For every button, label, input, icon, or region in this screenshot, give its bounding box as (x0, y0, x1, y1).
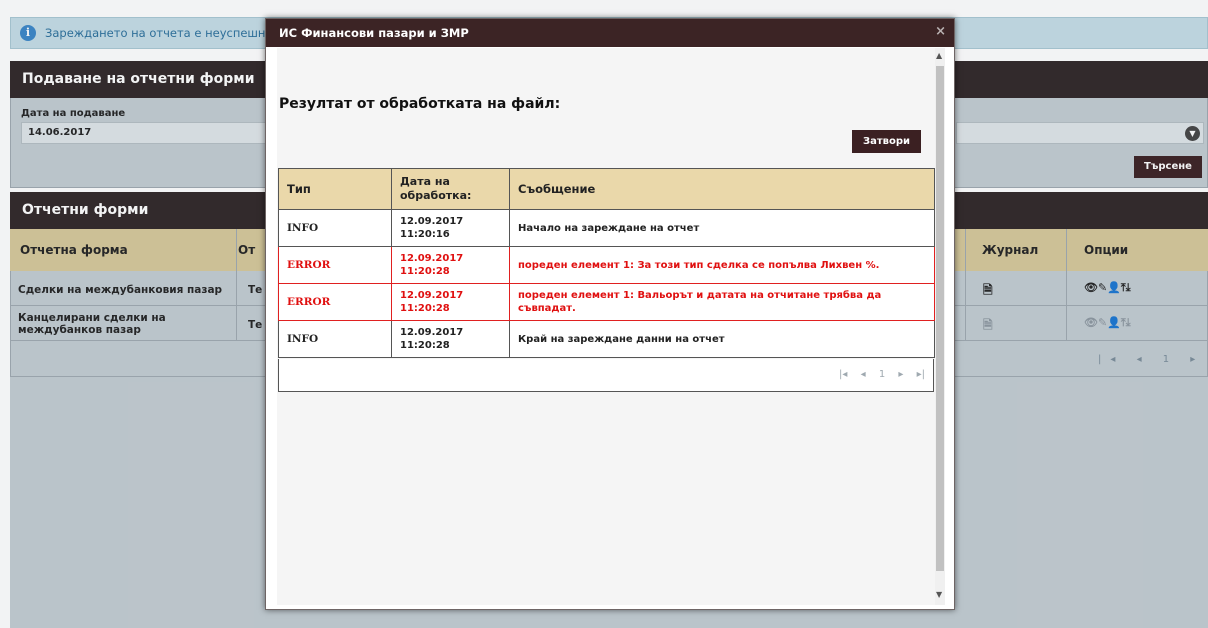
row-date: 12.09.2017 11:20:28 (391, 283, 510, 321)
row-date: 12.09.2017 11:20:28 (391, 320, 510, 358)
prev-page-button[interactable]: ◂ (861, 369, 866, 380)
row-type: INFO (278, 320, 392, 358)
result-table: Тип Дата на обработка: Съобщение INFO 12… (278, 168, 935, 358)
dialog-body: Резултат от обработката на файл: Затвори… (277, 48, 945, 605)
result-dialog: ИС Финансови пазари и ЗМР × Резултат от … (265, 18, 955, 610)
row-type: ERROR (278, 246, 392, 284)
page-number[interactable]: 1 (879, 369, 885, 380)
row-message: пореден елемент 1: Вальорът и датата на … (509, 283, 935, 321)
close-icon[interactable]: × (935, 24, 946, 39)
last-page-button[interactable]: ▸| (917, 369, 925, 380)
pager-controls: |◂ ◂ 1 ▸ ▸| (829, 369, 925, 380)
row-type: ERROR (278, 283, 392, 321)
col-date: Дата на обработка: (391, 168, 510, 210)
next-page-button[interactable]: ▸ (898, 369, 903, 380)
row-date: 12.09.2017 11:20:28 (391, 246, 510, 284)
first-page-button[interactable]: |◂ (839, 369, 847, 380)
dialog-scrollbar[interactable]: ▲ ▼ (935, 48, 945, 605)
result-row: INFO 12.09.2017 11:20:28 Край на зареждан… (278, 320, 935, 358)
scroll-up-icon[interactable]: ▲ (936, 51, 942, 60)
row-message: Начало на зареждане на отчет (509, 209, 935, 247)
dialog-title: ИС Финансови пазари и ЗМР (266, 19, 954, 47)
scroll-down-icon[interactable]: ▼ (936, 590, 942, 599)
result-row: INFO 12.09.2017 11:20:16 Начало на зарежд… (278, 209, 935, 247)
result-title: Резултат от обработката на файл: (279, 96, 561, 112)
row-date: 12.09.2017 11:20:16 (391, 209, 510, 247)
result-row-error: ERROR 12.09.2017 11:20:28 пореден елемент… (278, 246, 935, 284)
result-pager: |◂ ◂ 1 ▸ ▸| (278, 359, 934, 392)
row-message: пореден елемент 1: За този тип сделка се… (509, 246, 935, 284)
row-message: Край на зареждане данни на отчет (509, 320, 935, 358)
result-row-error: ERROR 12.09.2017 11:20:28 пореден елемент… (278, 283, 935, 321)
col-type: Тип (278, 168, 392, 210)
row-type: INFO (278, 209, 392, 247)
col-message: Съобщение (509, 168, 935, 210)
close-button[interactable]: Затвори (852, 130, 921, 153)
scroll-thumb[interactable] (936, 66, 944, 571)
